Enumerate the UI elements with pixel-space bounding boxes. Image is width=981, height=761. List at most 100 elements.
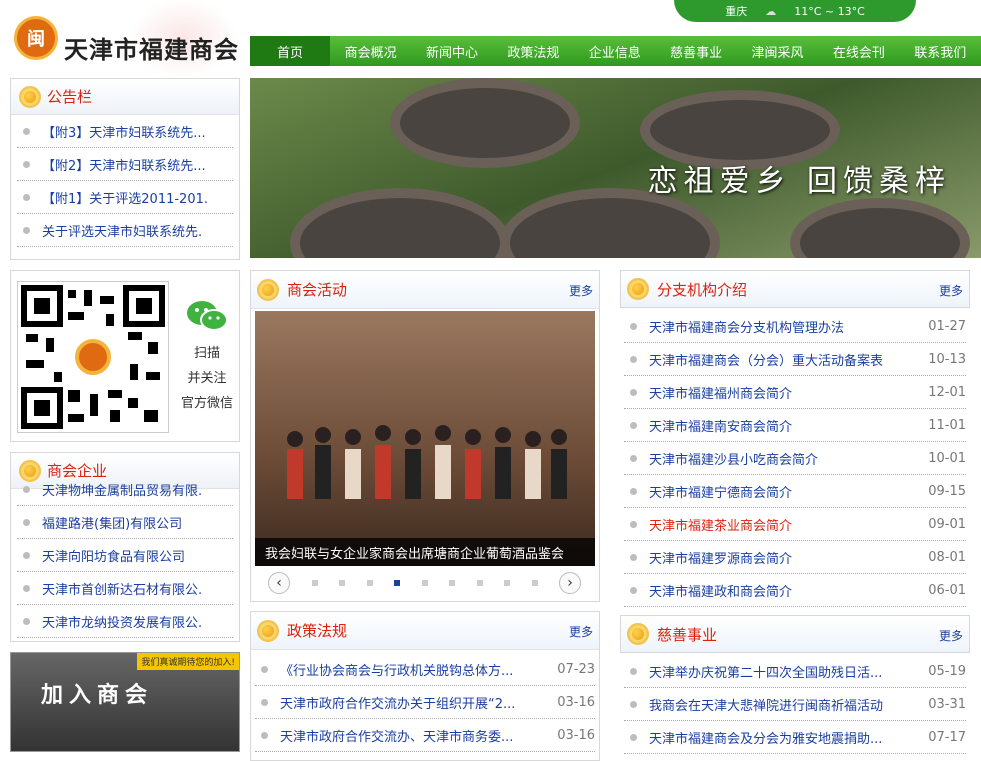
site-logo[interactable]: 闽 天津市福建商会 [8,0,242,78]
bullet-icon [630,388,637,396]
slider-dot[interactable] [531,580,538,586]
coin-icon [627,278,649,300]
slider-dot[interactable] [504,580,510,586]
logo-seal-icon: 闽 [14,16,58,60]
qr-line: 扫描 [193,346,220,361]
bullet-icon [23,193,30,201]
news-title: 天津市福建茶业商会简介 [649,518,793,534]
slider-dot[interactable] [421,580,428,586]
coin-icon [627,623,649,645]
news-date: 03-16 [557,694,595,710]
news-row[interactable]: 天津市福建宁德商会简介 09-15 [624,475,966,508]
nav-journal[interactable]: 在线会刊 [818,36,899,66]
news-date: 06-01 [928,582,966,598]
news-row[interactable]: 我商会在天津大悲禅院进行闽商祈福活动 03-31 [624,688,966,721]
news-row[interactable]: 天津市福建沙县小吃商会简介 10-01 [624,442,966,475]
list-item[interactable]: 天津市龙纳投资发展有限公. [17,605,233,638]
qr-line: 并关注 [187,371,227,386]
news-date: 12-01 [928,384,966,400]
bullet-icon [23,518,30,526]
activity-more-link[interactable]: 更多 [569,282,593,299]
news-row[interactable]: 天津市福建罗源商会简介 08-01 [624,541,966,574]
bullet-icon [23,485,30,493]
bullet-icon [630,355,637,363]
slider-dot-active[interactable] [394,580,400,586]
news-row[interactable]: 天津市福建政和商会简介 06-01 [624,574,966,607]
news-row[interactable]: 天津市福建商会（分会）重大活动备案表 10-13 [624,343,966,376]
news-title: 天津市政府合作交流办关于组织开展“2... [280,696,516,712]
charity-box: 慈善事业 更多 天津举办庆祝第二十四次全国助残日活... 05-19 我商会在天津… [620,615,970,755]
news-row[interactable]: 天津市福建商会分支机构管理办法 01-27 [624,310,966,343]
bullet-icon [23,584,30,592]
charity-more-link[interactable]: 更多 [939,627,963,644]
qr-caption: 扫描 并关注 官方微信 [177,299,237,416]
news-date: 07-17 [928,729,966,745]
news-row[interactable]: 天津市福建南安商会简介 11-01 [624,409,966,442]
list-item[interactable]: 天津市首创新达石材有限公. [17,572,233,605]
news-date: 07-23 [557,661,595,677]
branch-more-link[interactable]: 更多 [939,282,963,299]
nav-enterprise[interactable]: 企业信息 [574,36,655,66]
news-title: 天津市福建商会及分会为雅安地震捐助... [649,731,883,747]
banner-slogan: 恋祖爱乡 回馈桑梓 [647,164,951,199]
slider-dot[interactable] [449,580,455,586]
news-row[interactable]: 《行业协会商会与行政机关脱钩总体方... 07-23 [255,653,595,686]
slider-dot[interactable] [339,580,345,586]
notice-board: 公告栏 【附3】天津市妇联系统先... 【附2】天津市妇联系统先... 【附1】… [10,78,240,260]
slider-dot[interactable] [476,580,483,586]
bullet-icon [630,553,637,561]
news-title: 天津举办庆祝第二十四次全国助残日活... [649,665,883,681]
slider-dot[interactable] [311,580,318,586]
join-tagline: 我们真诚期待您的加入! [137,653,239,670]
news-title: 天津市福建南安商会简介 [649,419,793,435]
news-date: 01-27 [928,318,966,334]
cloud-icon: ☁ [765,4,777,18]
list-item[interactable]: 天津向阳坊食品有限公司 [17,539,233,572]
list-item[interactable]: 【附3】天津市妇联系统先... [17,115,233,148]
news-row[interactable]: 天津市福建福州商会简介 12-01 [624,376,966,409]
bullet-icon [261,731,268,739]
slider-prev-button[interactable]: ‹ [268,572,290,594]
branch-title: 分支机构介绍 [657,280,748,299]
news-row-highlighted[interactable]: 天津市福建茶业商会简介 09-01 [624,508,966,541]
nav-policy[interactable]: 政策法规 [493,36,574,66]
nav-home[interactable]: 首页 [250,36,330,66]
main-nav: 首页 商会概况 新闻中心 政策法规 企业信息 慈善事业 津闽采风 在线会刊 联系… [250,36,981,66]
news-row[interactable]: 天津市政府合作交流办、天津市商务委... 03-16 [255,719,595,752]
news-title: 《行业协会商会与行政机关脱钩总体方... [280,663,514,679]
news-row[interactable]: 天津举办庆祝第二十四次全国助残日活... 05-19 [624,655,966,688]
nav-culture[interactable]: 津闽采风 [737,36,818,66]
list-item[interactable]: 福建路港(集团)有限公司 [17,506,233,539]
activity-slide-image[interactable]: 我会妇联与女企业家商会出席塘商企业葡萄酒品鉴会 [255,311,595,566]
list-item[interactable]: 【附1】关于评选2011-201. [17,181,233,214]
news-row[interactable]: 天津市福建商会及分会为雅安地震捐助... 07-17 [624,721,966,754]
wechat-qr-box: 扫描 并关注 官方微信 [10,270,240,442]
nav-news[interactable]: 新闻中心 [411,36,492,66]
qr-code-icon [17,281,169,433]
news-title: 天津市福建商会（分会）重大活动备案表 [649,353,884,369]
bullet-icon [23,127,30,135]
bullet-icon [630,733,637,741]
news-title: 天津市福建沙县小吃商会简介 [649,452,819,468]
weather-city: 重庆 [725,5,748,18]
coin-icon [19,85,41,108]
nav-contact[interactable]: 联系我们 [900,36,981,66]
bullet-icon [630,487,637,495]
news-title: 天津市福建罗源商会简介 [649,551,793,567]
list-item[interactable]: 关于评选天津市妇联系统先. [17,214,233,247]
policy-more-link[interactable]: 更多 [569,623,593,640]
nav-charity[interactable]: 慈善事业 [656,36,737,66]
list-item[interactable]: 【附2】天津市妇联系统先... [17,148,233,181]
bullet-icon [23,160,30,168]
coin-icon [257,278,279,301]
slider-dot[interactable] [366,580,373,586]
news-title: 天津市福建宁德商会简介 [649,485,793,501]
activity-title: 商会活动 [287,281,348,299]
slider-controls: ‹ › [268,572,581,594]
bullet-icon [23,551,30,559]
bullet-icon [23,617,30,625]
slider-next-button[interactable]: › [559,572,581,594]
news-row[interactable]: 天津市政府合作交流办关于组织开展“2... 03-16 [255,686,595,719]
join-chamber-button[interactable]: 我们真诚期待您的加入! 加入商会 [10,652,240,752]
nav-overview[interactable]: 商会概况 [330,36,411,66]
